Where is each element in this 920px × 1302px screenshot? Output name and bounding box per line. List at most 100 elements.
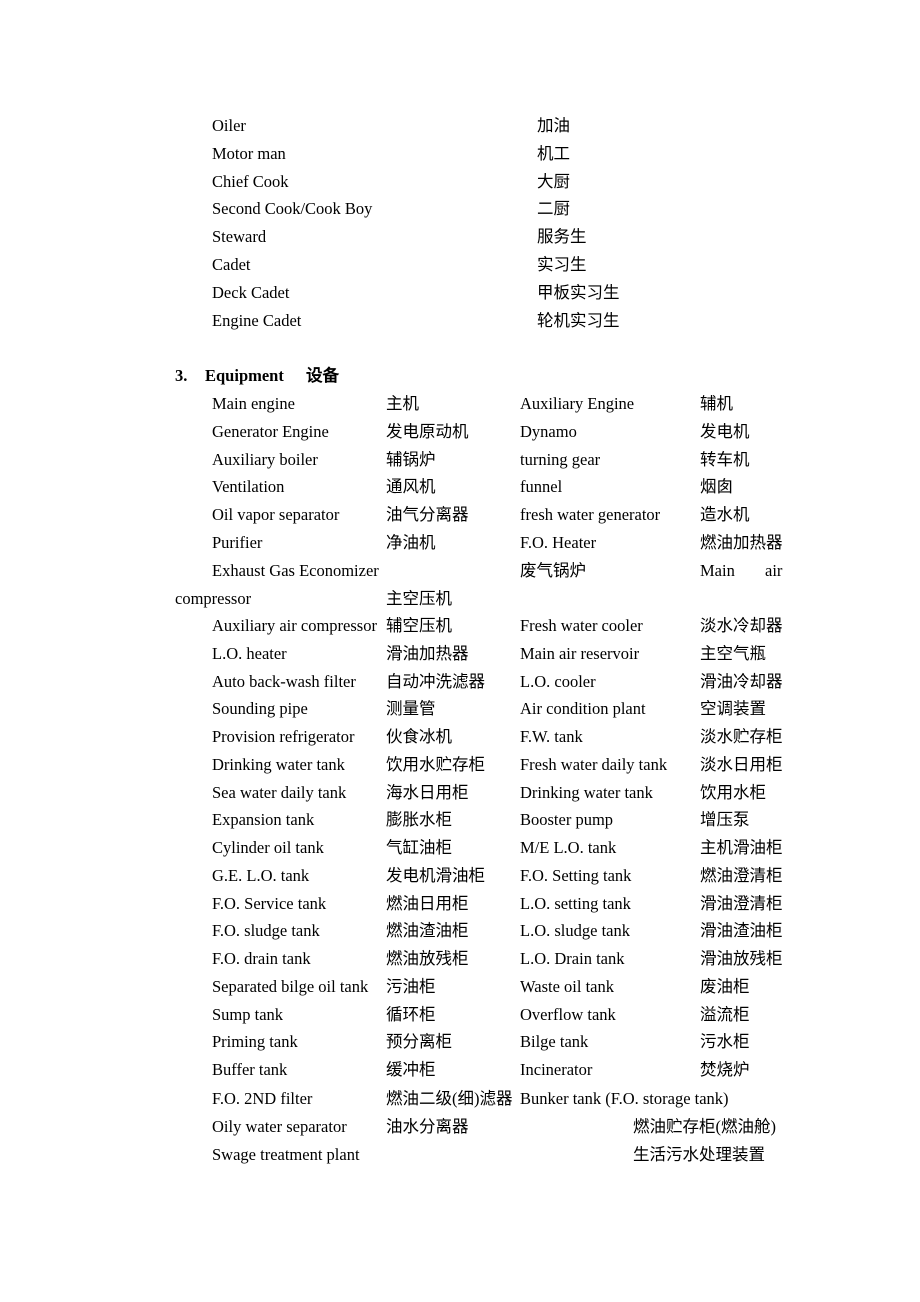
equipment-row: Separated bilge oil tank 污油柜 Waste oil tan…	[0, 973, 920, 1001]
term-en: fresh water generator	[520, 505, 661, 525]
term-en: Booster pump	[520, 810, 614, 830]
term-zh: 主空气瓶	[700, 643, 766, 663]
term-en: Waste oil tank	[520, 976, 614, 996]
term-en: air	[765, 561, 783, 580]
term-en: Overflow tank	[520, 1004, 616, 1024]
term-zh: 预分离柜	[386, 1032, 452, 1052]
crew-row: Chief Cook 大厨	[0, 168, 920, 196]
term-en: Cylinder oil tank	[212, 838, 324, 857]
term-zh: 发电原动机	[386, 421, 469, 441]
term-zh: 轮机实习生	[537, 310, 620, 330]
term-zh: 污油柜	[386, 976, 436, 996]
term-zh: 生活污水处理装置	[633, 1145, 765, 1164]
term-zh: 淡水日用柜	[700, 754, 783, 774]
term-en: G.E. L.O. tank	[212, 865, 310, 885]
term-en: Bilge tank	[520, 1032, 589, 1052]
term-zh: 辅空压机	[386, 616, 452, 635]
term-zh: 主机	[386, 394, 419, 413]
term-zh: 主空压机	[386, 589, 452, 608]
equipment-row: Sea water daily tank 海水日用柜 Drinking water …	[0, 779, 920, 807]
section-title-en: Equipment	[205, 366, 284, 385]
term-zh: 循环柜	[386, 1004, 436, 1024]
term-zh: 甲板实习生	[537, 282, 620, 302]
term-en: Drinking water tank	[212, 754, 345, 774]
term-zh: 海水日用柜	[386, 782, 469, 802]
term-en: Exhaust Gas Economizer	[212, 561, 379, 580]
term-zh: 滑油放残柜	[700, 949, 783, 968]
term-en: Sea water daily tank	[212, 782, 347, 802]
section-number: 3.	[175, 366, 188, 385]
term-en: Buffer tank	[212, 1060, 288, 1079]
term-en: Dynamo	[520, 421, 577, 441]
term-en: Main	[700, 561, 735, 580]
crew-row: Second Cook/Cook Boy 二厨	[0, 195, 920, 223]
term-zh: 净油机	[386, 533, 436, 552]
term-en: Swage treatment plant	[212, 1145, 360, 1164]
crew-row: Deck Cadet 甲板实习生	[0, 279, 920, 307]
term-en: M/E L.O. tank	[520, 838, 617, 857]
term-zh: 滑油澄清柜	[700, 893, 783, 913]
equipment-row: G.E. L.O. tank 发电机滑油柜 F.O. Setting tank 燃油澄…	[0, 862, 920, 890]
term-en: Drinking water tank	[520, 782, 653, 802]
term-zh: 造水机	[700, 505, 750, 525]
crew-row: Motor man 机工	[0, 140, 920, 168]
term-zh: 污水柜	[700, 1032, 750, 1052]
equipment-row: Swage treatment plant 生活污水处理装置	[0, 1141, 920, 1169]
equipment-row: L.O. heater 滑油加热器 Main air reservoir 主空气瓶	[0, 640, 920, 668]
equipment-row: Auto back-wash filter 自动冲洗滤器 L.O. cooler 滑油…	[0, 668, 920, 696]
term-zh: 发电机	[700, 421, 750, 441]
term-en: compressor	[175, 589, 252, 608]
term-zh: 测量管	[386, 699, 436, 719]
term-en: Air condition plant	[520, 699, 646, 719]
term-en: L.O. sludge tank	[520, 921, 630, 941]
equipment-row: Priming tank 预分离柜 Bilge tank 污水柜	[0, 1028, 920, 1056]
term-zh: 膨胀水柜	[386, 810, 452, 830]
equipment-row: F.O. drain tank 燃油放残柜 L.O. Drain tank 滑油放残柜	[0, 945, 920, 973]
term-en: Cadet	[212, 255, 251, 274]
term-zh: 自动冲洗滤器	[386, 671, 485, 691]
term-zh: 燃油澄清柜	[700, 865, 783, 885]
term-zh: 辅机	[700, 394, 733, 413]
term-zh: 气缸油柜	[386, 838, 452, 857]
term-en: L.O. setting tank	[520, 893, 631, 913]
term-zh: 燃油渣油柜	[386, 921, 469, 941]
term-zh: 油气分离器	[386, 505, 469, 525]
term-en: Bunker tank (F.O. storage tank)	[520, 1089, 729, 1108]
term-en: turning gear	[520, 449, 601, 469]
section-title-zh: 设备	[306, 366, 339, 385]
term-en: Second Cook/Cook Boy	[212, 199, 373, 219]
term-zh: 燃油放残柜	[386, 949, 469, 968]
term-en: Incinerator	[520, 1060, 593, 1079]
term-en: Auxiliary air compressor	[212, 616, 377, 635]
term-en: Expansion tank	[212, 810, 315, 830]
term-en: Oily water separator	[212, 1117, 347, 1136]
term-en: Oil vapor separator	[212, 505, 340, 525]
term-en: Generator Engine	[212, 421, 329, 441]
term-zh: 焚烧炉	[700, 1060, 750, 1079]
term-en: Sump tank	[212, 1004, 284, 1024]
term-en: Provision refrigerator	[212, 727, 355, 746]
term-zh: 烟囱	[700, 477, 733, 497]
crew-row: Steward 服务生	[0, 223, 920, 251]
term-zh: 油水分离器	[386, 1117, 469, 1136]
term-en: F.O. sludge tank	[212, 921, 320, 941]
term-zh: 淡水贮存柜	[700, 727, 783, 746]
document-page: Oiler 加油 Motor man 机工 Chief Cook 大厨 Second Coo…	[0, 0, 920, 1302]
term-en: Chief Cook	[212, 171, 289, 191]
term-en: Fresh water daily tank	[520, 754, 668, 774]
term-zh: 饮用水贮存柜	[386, 754, 485, 774]
equipment-row: Provision refrigerator 伙食冰机 F.W. tank 淡水贮存柜	[0, 723, 920, 751]
term-zh: 二厨	[537, 199, 570, 219]
term-zh: 通风机	[386, 477, 436, 497]
term-en: Main air reservoir	[520, 643, 640, 663]
equipment-row: F.O. Service tank 燃油日用柜 L.O. setting tank 滑…	[0, 890, 920, 918]
term-zh: 燃油贮存柜(燃油舱)	[633, 1117, 776, 1136]
equipment-row: Oily water separator 油水分离器 燃油贮存柜(燃油舱)	[0, 1113, 920, 1141]
equipment-row: Oil vapor separator 油气分离器 fresh water gene…	[0, 501, 920, 529]
equipment-row: Main engine 主机 Auxiliary Engine 辅机	[0, 390, 920, 418]
term-zh: 服务生	[537, 227, 587, 247]
term-zh: 缓冲柜	[386, 1060, 436, 1079]
term-zh: 废油柜	[700, 976, 750, 996]
term-zh: 燃油加热器	[700, 533, 783, 552]
equipment-row: Expansion tank 膨胀水柜 Booster pump 增压泵	[0, 806, 920, 834]
